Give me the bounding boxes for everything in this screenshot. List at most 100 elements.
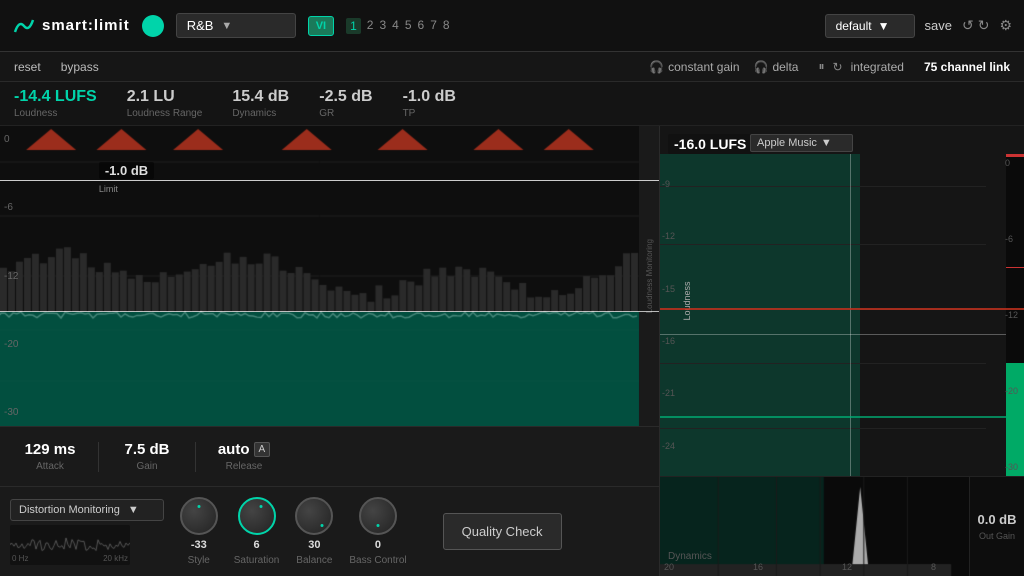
limit-line-bar — [0, 180, 659, 181]
power-button[interactable] — [142, 15, 164, 37]
gain-control: 7.5 dB Gain — [107, 441, 187, 472]
ctrl-separator-1 — [98, 442, 99, 472]
saturation-knob-indicator — [259, 505, 262, 508]
lufs-display: -16.0 LUFS — [668, 134, 752, 154]
distortion-dropdown[interactable]: Distortion Monitoring ▼ — [10, 499, 164, 521]
loudness-monitoring-label: Loudness Monitoring — [645, 239, 654, 313]
crosshair-horizontal — [660, 334, 1006, 335]
constant-gain-option[interactable]: 🎧 constant gain — [649, 60, 739, 74]
waveform-area[interactable]: -1.0 dB Limit 0 -6 -12 -20 -30 Loudness … — [0, 126, 659, 426]
headphone-icon: 🎧 — [649, 60, 664, 74]
tp-value: -1.0 dB — [403, 88, 456, 106]
saturation-knob-control[interactable] — [238, 497, 276, 535]
saturation-knob[interactable]: 6 Saturation — [234, 497, 280, 566]
loudness-monitoring-panel: Loudness Monitoring — [639, 126, 659, 426]
preset-dropdown[interactable]: R&B ▼ — [176, 13, 296, 38]
settings-icon[interactable]: ⚙ — [999, 17, 1012, 34]
default-dropdown[interactable]: default ▼ — [825, 14, 915, 38]
track-1[interactable]: 1 — [346, 18, 361, 34]
headphone2-icon: 🎧 — [754, 60, 769, 74]
loudness-line — [660, 416, 1006, 418]
main-area: -1.0 dB Limit 0 -6 -12 -20 -30 Loudness … — [0, 126, 1024, 576]
delta-label: delta — [772, 60, 798, 74]
ctrl-separator-2 — [195, 442, 196, 472]
release-value: auto — [218, 441, 250, 458]
style-value: -33 — [191, 539, 207, 551]
scale-21 — [660, 428, 986, 429]
scale-val-20: -20 — [1005, 386, 1018, 396]
logo-icon — [12, 14, 36, 38]
balance-knob-control[interactable] — [295, 497, 333, 535]
track-numbers: 1 2 3 4 5 6 7 8 — [346, 18, 450, 34]
lufs-scale-left: -9 -12 -15 -16 -21 -24 — [660, 154, 682, 476]
track-6[interactable]: 6 — [418, 18, 425, 34]
track-5[interactable]: 5 — [405, 18, 412, 34]
scale-val-0: 0 — [1005, 158, 1018, 168]
limit-value: -1.0 dB — [99, 162, 154, 179]
gr-meter: -2.5 dB GR — [319, 88, 372, 119]
limit-sublabel: Limit — [99, 184, 118, 194]
undo-button[interactable]: ↺ — [962, 17, 974, 34]
quality-check-button[interactable]: Quality Check — [443, 513, 562, 550]
crosshair-vertical — [850, 154, 851, 476]
platform-dropdown[interactable]: Apple Music ▼ — [750, 134, 853, 152]
loudness-value: -14.4 LUFS — [14, 88, 97, 106]
tp-label: TP — [403, 108, 416, 119]
app-title: smart:limit — [42, 17, 130, 34]
track-8[interactable]: 8 — [443, 18, 450, 34]
default-value: default — [836, 19, 872, 33]
out-gain-value: 0.0 dB — [977, 512, 1016, 527]
bass-control-knob[interactable]: 0 Bass Control — [349, 497, 406, 566]
bass-control-knob-control[interactable] — [359, 497, 397, 535]
lufs-val-9: -9 — [662, 179, 680, 189]
style-knob-indicator — [197, 505, 200, 508]
bypass-button[interactable]: bypass — [61, 60, 99, 74]
right-panel: -16.0 LUFS Apple Music ▼ — [660, 126, 1024, 576]
scale-val-6: -6 — [1005, 234, 1018, 244]
style-knob[interactable]: -33 Style — [180, 497, 218, 566]
balance-knob-indicator — [321, 524, 324, 527]
style-knob-control[interactable] — [180, 497, 218, 535]
scale-0 — [660, 186, 986, 187]
integrated-label: integrated — [851, 60, 904, 74]
hz-max-label: 20 kHz — [103, 554, 128, 563]
loudness-monitor: -16.0 LUFS Apple Music ▼ — [660, 126, 1024, 476]
dynamics-meter: 15.4 dB Dynamics — [232, 88, 289, 119]
bottom-controls: Distortion Monitoring ▼ 0 Hz 20 kHz -33 … — [0, 486, 659, 576]
loudness-meter: -14.4 LUFS Loudness — [14, 88, 97, 119]
tp-meter: -1.0 dB TP — [403, 88, 456, 119]
pause-icon[interactable]: ⏸ — [818, 59, 824, 74]
dynamics-chart: Dynamics R&B 20 16 12 8 4 0.0 dB Out Gai… — [660, 477, 1024, 576]
delta-option[interactable]: 🎧 delta — [754, 60, 799, 74]
redo-button[interactable]: ↻ — [978, 17, 990, 34]
loudness-chart-area — [660, 154, 1006, 476]
undo-redo: ↺ ↻ — [962, 17, 989, 34]
lufs-val-24: -24 — [662, 441, 680, 451]
track-4[interactable]: 4 — [392, 18, 399, 34]
preset-value: R&B — [187, 18, 214, 33]
platform-value: Apple Music — [757, 137, 817, 149]
lufs-val-16: -16 — [662, 336, 680, 346]
release-control: auto A Release — [204, 441, 284, 472]
track-3[interactable]: 3 — [379, 18, 386, 34]
scale-6 — [660, 244, 986, 245]
vi-button[interactable]: VI — [308, 16, 334, 36]
scale-val-30: -30 — [1005, 462, 1018, 472]
loudness-range-meter: 2.1 LU Loudness Range — [127, 88, 203, 119]
track-2[interactable]: 2 — [367, 18, 374, 34]
bottom-right-panel: Dynamics R&B 20 16 12 8 4 0.0 dB Out Gai… — [660, 476, 1024, 576]
balance-label: Balance — [296, 555, 332, 566]
loudness-range-value: 2.1 LU — [127, 88, 175, 106]
dynamics-label: Dynamics — [232, 108, 276, 119]
refresh-icon[interactable]: ↻ — [833, 60, 843, 74]
attack-value: 129 ms — [25, 441, 76, 458]
controls-row: 129 ms Attack 7.5 dB Gain auto A Release — [0, 426, 659, 486]
save-button[interactable]: save — [925, 18, 952, 33]
saturation-value: 6 — [254, 539, 260, 551]
balance-knob[interactable]: 30 Balance — [295, 497, 333, 566]
reset-button[interactable]: reset — [14, 60, 41, 74]
track-7[interactable]: 7 — [430, 18, 437, 34]
gain-options: 🎧 constant gain 🎧 delta — [649, 60, 798, 74]
loudness-vertical-label: Loudness — [682, 281, 692, 320]
loudness-label: Loudness — [14, 108, 57, 119]
